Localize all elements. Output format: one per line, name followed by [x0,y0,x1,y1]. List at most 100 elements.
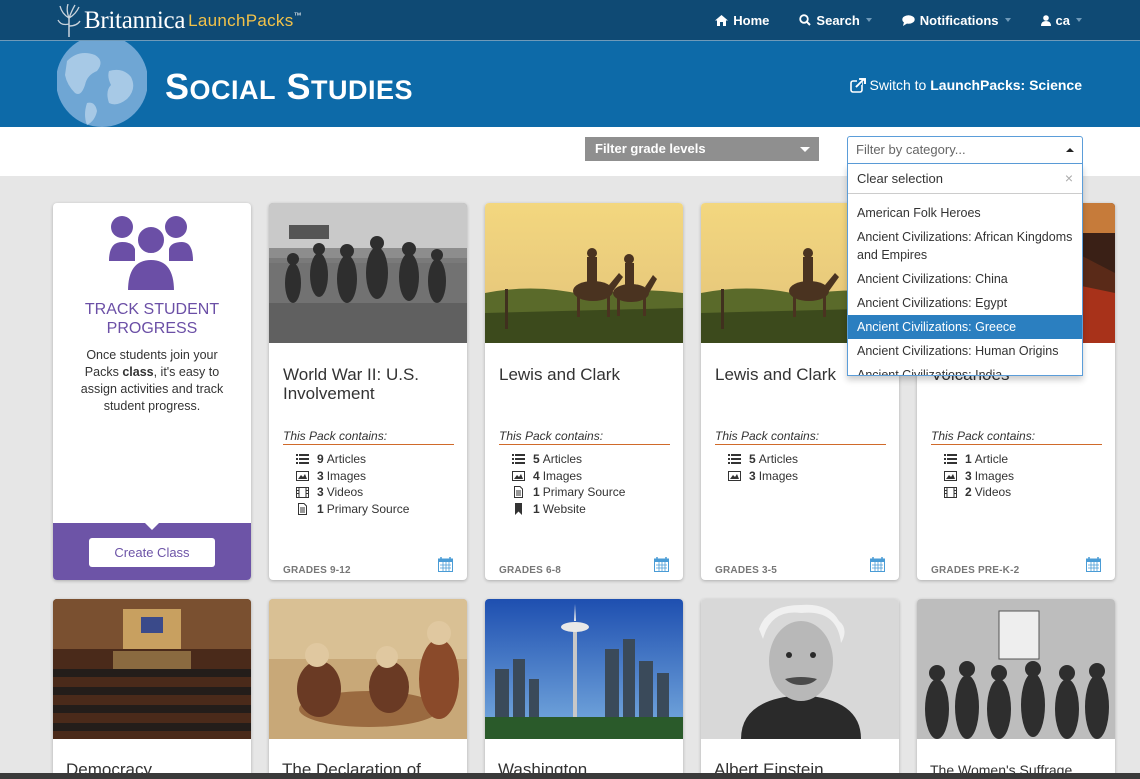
search-icon [799,14,812,26]
pack-contents-list: 1 Article 3 Images 2 Videos [944,451,1014,501]
category-filter-placeholder: Filter by category... [856,142,966,157]
page-title: SOCIAL STUDIES [165,66,414,107]
category-option[interactable]: Ancient Civilizations: Egypt [848,291,1082,315]
pack-card[interactable]: Albert Einstein [701,599,899,779]
grade-filter-placeholder: Filter grade levels [595,141,706,156]
pack-card[interactable]: World War II: U.S. Involvement This Pack… [269,203,467,580]
list-item: 9 Articles [296,451,409,468]
pack-thumbnail [53,599,251,739]
list-item: 1 Primary Source [296,501,409,518]
pack-thumbnail [485,203,683,343]
image-icon [728,470,741,481]
list-item: 3 Images [944,468,1014,485]
list-item: 1 Primary Source [512,484,625,501]
list-item: 4 Images [512,468,625,485]
track-student-progress-card: TRACK STUDENT PROGRESS Once students joi… [53,203,251,580]
subject-banner: SOCIAL STUDIES Switch to LaunchPacks: Sc… [0,41,1140,127]
category-option[interactable]: Ancient Civilizations: India [848,363,1082,375]
grade-level-filter[interactable]: Filter grade levels [585,137,819,161]
pack-contains-label: This Pack contains: [931,429,1102,445]
top-navbar: Britannica LaunchPacks™ Home Search Noti… [0,0,1140,41]
logo-product: LaunchPacks [188,11,294,30]
pack-contents-list: 9 Articles 3 Images 3 Videos 1 Primary Sourc… [296,451,409,517]
clear-selection-label: Clear selection [857,171,943,186]
pack-card[interactable]: The Women's Suffrage [917,599,1115,779]
pack-contains-label: This Pack contains: [283,429,454,445]
chevron-down-icon [1076,18,1082,22]
category-option-selected[interactable]: Ancient Civilizations: Greece [848,315,1082,339]
image-icon [944,470,957,481]
list-item: 2 Videos [944,484,1014,501]
category-option[interactable]: Ancient Civilizations: African Kingdoms … [848,225,1082,267]
logo-tm: ™ [293,11,302,20]
pack-title[interactable]: Lewis and Clark [499,365,671,384]
track-title: TRACK STUDENT PROGRESS [84,301,220,337]
nav-home-label: Home [733,12,770,28]
chevron-down-icon [865,18,872,22]
list-icon [728,454,741,465]
nav-notifications[interactable]: Notifications [902,13,1011,28]
calendar-icon[interactable] [438,557,453,577]
external-link-icon [849,77,866,93]
film-icon [296,486,309,498]
window-bottom-edge [0,773,1140,779]
grade-level-label: GRADES 3-5 [715,565,778,576]
pack-contents-list: 5 Articles 4 Images 1 Primary Source 1 Websi… [512,451,625,517]
chevron-up-icon [1066,148,1074,152]
document-icon [298,502,307,515]
switch-prefix: Switch to [869,77,927,93]
pack-thumbnail [269,599,467,739]
image-icon [512,470,525,481]
comment-icon [902,14,915,26]
nav-notifications-label: Notifications [919,12,999,28]
create-class-button[interactable]: Create Class [89,538,215,567]
track-footer: Create Class [53,522,251,580]
nav-home[interactable]: Home [715,13,769,28]
switch-target: LaunchPacks: Science [930,77,1082,93]
home-icon [715,14,729,26]
category-filter-input[interactable]: Filter by category... [847,136,1083,164]
nav-search[interactable]: Search [799,12,872,28]
user-icon [1040,14,1051,26]
category-option[interactable]: Ancient Civilizations: Human Origins [848,339,1082,363]
category-dropdown: Clear selection × American Folk Heroes A… [847,164,1083,376]
pack-card[interactable]: Washington [485,599,683,779]
nav-user-label: ca [1055,12,1070,28]
list-item: 1 Article [944,451,1014,468]
list-icon [296,454,309,465]
bookmark-icon [515,502,522,515]
pack-thumbnail [917,599,1115,739]
list-item: 5 Articles [512,451,625,468]
calendar-icon[interactable] [1086,557,1101,577]
chevron-down-icon [1004,18,1011,22]
pack-card[interactable]: Democracy [53,599,251,779]
britannica-logo[interactable]: Britannica LaunchPacks™ [56,3,302,38]
track-description: Once students join your Packs class, it'… [80,348,224,413]
clear-selection-option[interactable]: Clear selection × [848,164,1082,194]
nav-user[interactable]: ca [1040,12,1082,28]
list-item: 1 Website [512,501,625,518]
grade-level-label: GRADES PRE-K-2 [931,565,1020,576]
category-option[interactable]: American Folk Heroes [848,201,1082,225]
pack-title[interactable]: World War II: U.S. Involvement [283,365,455,403]
close-icon[interactable]: × [1065,170,1073,186]
users-group-icon [109,213,195,298]
list-item: 5 Articles [728,451,798,468]
globe-icon [57,41,147,127]
pack-card[interactable]: The Declaration of [269,599,467,779]
nav-search-label: Search [816,12,860,28]
list-item: 3 Images [728,468,798,485]
grade-level-label: GRADES 6-8 [499,565,562,576]
grade-level-label: GRADES 9-12 [283,565,351,576]
switch-subject-link[interactable]: Switch to LaunchPacks: Science [849,77,1082,93]
calendar-icon[interactable] [870,557,885,577]
thistle-icon [56,3,82,38]
image-icon [296,470,309,481]
pack-thumbnail [269,203,467,343]
category-option[interactable]: Ancient Civilizations: China [848,267,1082,291]
pack-card[interactable]: Lewis and Clark This Pack contains: 5 Art… [485,203,683,580]
calendar-icon[interactable] [654,557,669,577]
list-icon [944,454,957,465]
list-item: 3 Images [296,468,409,485]
pack-contains-label: This Pack contains: [499,429,670,445]
